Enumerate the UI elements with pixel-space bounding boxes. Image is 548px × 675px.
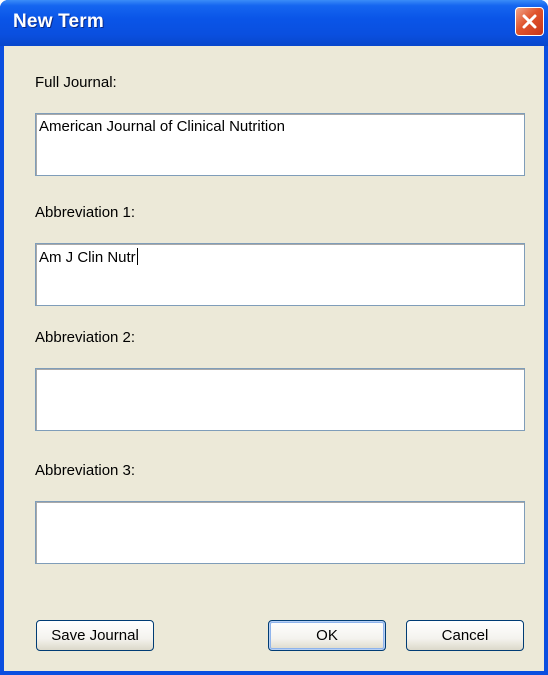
abbreviation-3-field[interactable] [35,501,525,564]
dialog-body: Full Journal: American Journal of Clinic… [4,46,544,671]
abbreviation-2-label: Abbreviation 2: [35,329,136,346]
close-x-icon [522,14,537,29]
new-term-dialog: New Term Full Journal: American Journal … [0,0,548,675]
abbreviation-1-label: Abbreviation 1: [35,204,136,221]
close-button[interactable] [515,7,544,36]
ok-button[interactable]: OK [268,620,386,651]
cancel-button[interactable]: Cancel [406,620,524,651]
full-journal-field[interactable]: American Journal of Clinical Nutrition [35,113,525,176]
abbreviation-1-value: Am J Clin Nutr [39,249,136,266]
full-journal-label: Full Journal: [35,74,117,91]
text-caret [136,248,138,265]
save-journal-button[interactable]: Save Journal [36,620,154,651]
full-journal-value: American Journal of Clinical Nutrition [39,118,285,135]
abbreviation-1-field[interactable]: Am J Clin Nutr [35,243,525,306]
window-bottom-border [0,671,548,675]
dialog-title: New Term [13,11,104,32]
abbreviation-3-label: Abbreviation 3: [35,462,136,479]
title-bar[interactable]: New Term [0,0,548,46]
abbreviation-2-field[interactable] [35,368,525,431]
